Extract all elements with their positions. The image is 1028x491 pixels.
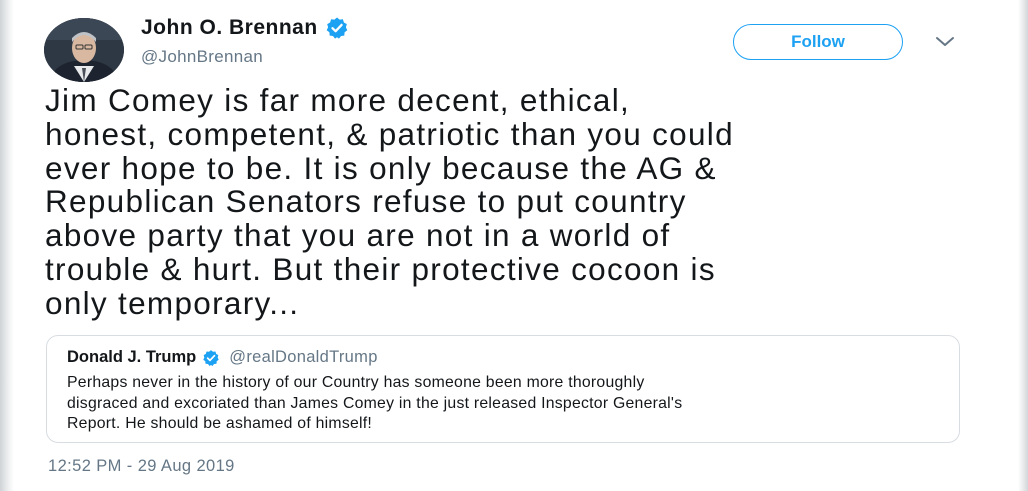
author-handle[interactable]: @JohnBrennan: [141, 47, 263, 67]
tweet-timestamp[interactable]: 12:52 PM - 29 Aug 2019: [48, 457, 235, 476]
verified-badge-icon: [203, 349, 219, 366]
tweet-text: Jim Comey is far more decent, ethical, h…: [45, 82, 734, 321]
quoted-tweet-text: Perhaps never in the history of our Coun…: [67, 374, 683, 432]
avatar[interactable]: [44, 18, 124, 82]
quoted-author-handle: @realDonaldTrump: [229, 348, 378, 366]
author-display-name[interactable]: John O. Brennan: [141, 16, 318, 40]
verified-badge-icon: [326, 17, 347, 39]
follow-button[interactable]: Follow: [733, 24, 903, 60]
chevron-down-icon[interactable]: [934, 34, 956, 48]
author-name-row[interactable]: John O. Brennan: [141, 16, 349, 40]
quoted-tweet-header: Donald J. Trump @realDonaldTrump: [67, 348, 378, 367]
quoted-tweet[interactable]: Donald J. Trump @realDonaldTrump Perhaps…: [46, 335, 960, 443]
portrait-avatar-icon: [44, 18, 124, 82]
left-edge-shadow: [0, 0, 14, 491]
right-edge-shadow: [1018, 0, 1028, 491]
quoted-author-name: Donald J. Trump: [67, 348, 197, 366]
